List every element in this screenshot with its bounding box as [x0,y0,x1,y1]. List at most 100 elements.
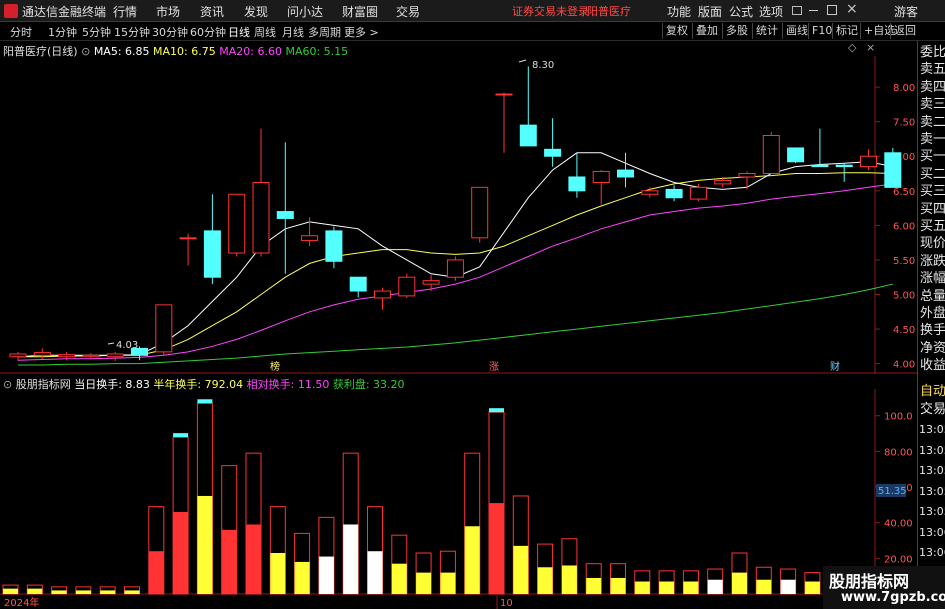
period-weekly[interactable]: 周线 [254,24,276,40]
side-panel-item[interactable]: 收益 [920,357,945,375]
turnover-bar[interactable] [2,584,19,595]
turnover-bar[interactable] [634,570,651,595]
candle[interactable] [179,233,197,266]
turnover-bar[interactable] [391,534,408,595]
menu-item-markets[interactable]: 市场 [156,3,180,20]
candle[interactable] [374,287,391,310]
candle[interactable] [422,275,440,292]
menu-options[interactable]: 选项 [759,3,783,20]
period-30min[interactable]: 30分钟 [152,24,188,40]
side-panel-item[interactable]: 买一 [920,148,945,166]
auto-trade-label[interactable]: 自动 [920,383,945,401]
side-panel-item[interactable]: 卖三 [920,96,945,114]
turnover-bar[interactable] [196,399,213,595]
candle[interactable] [325,226,343,269]
turnover-bar[interactable] [682,570,699,595]
turnover-bar[interactable] [75,586,92,595]
side-panel-item[interactable]: 委比 [920,44,945,62]
menu-formula[interactable]: 公式 [729,3,753,20]
menu-item-discover[interactable]: 发现 [244,3,268,20]
candle[interactable] [738,171,756,190]
draw-line-button[interactable]: 画线 [782,23,811,39]
turnover-bar[interactable] [512,495,529,595]
candle[interactable] [811,128,829,168]
event-marker-financial[interactable]: 财 [830,360,840,373]
turnover-bar[interactable] [124,586,140,595]
trade-label[interactable]: 交易 [920,401,945,419]
period-multi[interactable]: 多周期 [308,24,341,40]
menu-item-trade[interactable]: 交易 [396,3,420,20]
period-1min[interactable]: 1分钟 [48,24,77,40]
period-monthly[interactable]: 月线 [282,24,304,40]
turnover-bar[interactable] [51,586,68,595]
trade-login-warning[interactable]: 证券交易未登录 [512,3,589,19]
turnover-bar[interactable] [537,543,554,595]
period-timeshare[interactable]: 分时 [10,24,32,40]
candle[interactable] [641,187,659,198]
candle[interactable] [349,276,367,298]
candle[interactable] [33,348,51,359]
mark-button[interactable]: 标记 [832,23,861,39]
turnover-bar[interactable] [755,566,772,595]
candle[interactable] [276,142,294,274]
panel-close-icon[interactable]: × [866,41,875,54]
turnover-bar[interactable] [707,568,724,595]
kline-chart[interactable]: 8.007.507.006.506.005.505.004.504.00 8.3… [0,56,917,374]
turnover-bar[interactable] [342,452,359,595]
turnover-bar[interactable] [561,538,578,595]
menu-item-news[interactable]: 资讯 [200,3,224,20]
candle[interactable] [155,304,173,356]
menu-item-market[interactable]: 行情 [113,3,137,20]
side-panel-item[interactable]: 买四 [920,201,945,219]
candle[interactable] [617,152,634,188]
close-icon[interactable]: × [846,1,858,17]
turnover-bar[interactable] [610,563,626,595]
side-panel-item[interactable]: 涨跌 [920,253,945,271]
turnover-bar[interactable] [415,552,432,595]
candle[interactable] [544,118,562,167]
turnover-bar[interactable] [658,570,675,595]
side-panel-item[interactable]: 买三 [920,183,945,201]
user-icon[interactable] [792,6,802,15]
candle[interactable] [203,194,221,285]
turnover-bar[interactable] [804,572,821,595]
side-panel-item[interactable]: 卖二 [920,114,945,132]
candle[interactable] [9,351,27,361]
collapse-icon[interactable]: ◇ [848,41,856,54]
turnover-bar[interactable] [780,568,797,595]
side-panel-item[interactable]: 总量 [920,288,945,306]
turnover-bar[interactable] [269,506,286,595]
candle[interactable] [665,185,683,202]
side-panel-item[interactable]: 外盘 [920,305,945,323]
menu-layout[interactable]: 版面 [698,3,722,20]
turnover-bar[interactable] [26,584,43,595]
side-panel-item[interactable]: 现价 [920,235,945,253]
guest-label[interactable]: 游客 [894,3,918,20]
candle[interactable] [398,273,416,298]
maximize-icon[interactable] [827,5,837,15]
candle[interactable] [519,66,537,147]
turnover-bar[interactable] [99,586,116,595]
candle[interactable] [252,128,270,257]
turnover-bar[interactable] [731,552,748,595]
candle[interactable] [495,92,513,153]
candle[interactable] [860,149,877,171]
side-panel-item[interactable]: 卖五 [920,61,945,79]
candle[interactable] [592,170,610,205]
candle[interactable] [301,217,319,247]
turnover-bar[interactable] [318,516,335,595]
turnover-bar[interactable] [148,506,165,595]
candle[interactable] [471,186,489,243]
menu-item-ask[interactable]: 问小达 [287,3,323,20]
turnover-bar[interactable] [294,532,311,595]
candle[interactable] [446,256,464,281]
back-button[interactable]: 返回 [890,23,919,39]
event-marker-limit-up[interactable]: 涨 [489,361,499,373]
candle[interactable] [106,351,124,361]
turnover-bar[interactable] [439,550,456,595]
side-panel-item[interactable]: 换手 [920,322,945,340]
turnover-bar[interactable] [172,433,189,595]
event-marker-rank[interactable]: 榜 [270,360,280,373]
turnover-bar[interactable] [245,452,262,595]
period-15min[interactable]: 15分钟 [114,24,150,40]
